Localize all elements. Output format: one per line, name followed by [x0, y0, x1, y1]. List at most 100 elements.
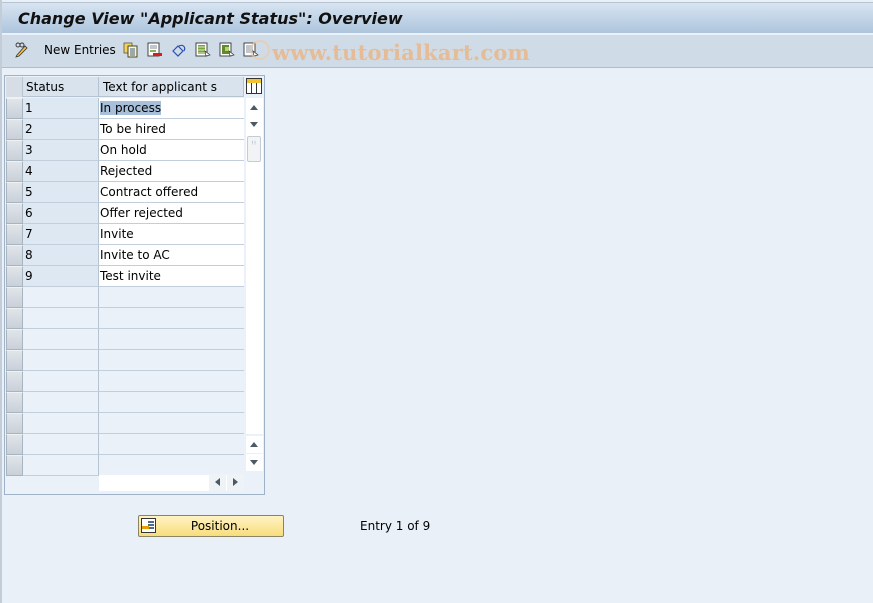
status-cell[interactable]: 1: [23, 98, 99, 119]
table-row: [5, 434, 245, 455]
table-row: 1 In process: [5, 98, 245, 119]
text-cell-value: Offer rejected: [100, 206, 183, 220]
delete-button[interactable]: [147, 41, 163, 59]
page-down-button[interactable]: [246, 454, 263, 471]
text-cell-value: Contract offered: [100, 185, 199, 199]
row-selector[interactable]: [6, 245, 23, 266]
row-selector[interactable]: [6, 350, 23, 371]
table-row: 6 Offer rejected: [5, 203, 245, 224]
table-row: 9 Test invite: [5, 266, 245, 287]
status-cell: [23, 392, 99, 413]
table-row: [5, 308, 245, 329]
text-cell: [99, 287, 244, 308]
row-selector[interactable]: [6, 224, 23, 245]
row-selector[interactable]: [6, 140, 23, 161]
row-selector[interactable]: [6, 203, 23, 224]
table-row: [5, 413, 245, 434]
status-cell: [23, 413, 99, 434]
text-cell: [99, 308, 244, 329]
status-cell[interactable]: 5: [23, 182, 99, 203]
row-selector[interactable]: [6, 161, 23, 182]
column-header-text[interactable]: Text for applicant s: [99, 77, 244, 97]
text-cell: [99, 329, 244, 350]
table-row: [5, 392, 245, 413]
row-selector[interactable]: [6, 119, 23, 140]
table-header: Status Text for applicant s: [5, 76, 245, 97]
status-cell[interactable]: 2: [23, 119, 99, 140]
status-cell[interactable]: 6: [23, 203, 99, 224]
copy-as-button[interactable]: [123, 41, 139, 59]
scrollbar-page-buttons: [246, 434, 263, 472]
scroll-down-button[interactable]: [246, 116, 263, 133]
row-selector[interactable]: [6, 182, 23, 203]
text-cell-value: Invite: [100, 227, 134, 241]
text-cell[interactable]: Rejected: [99, 161, 244, 182]
page-title: Change View "Applicant Status": Overview: [18, 9, 403, 28]
table-row: 4 Rejected: [5, 161, 245, 182]
entry-counter: Entry 1 of 9: [360, 519, 431, 533]
undo-change-button[interactable]: [171, 41, 187, 59]
row-selector[interactable]: [6, 413, 23, 434]
position-button-label: Position...: [190, 519, 250, 533]
arrow-up-icon: [250, 105, 258, 110]
table-row: [5, 371, 245, 392]
text-cell[interactable]: On hold: [99, 140, 244, 161]
row-selector[interactable]: [6, 392, 23, 413]
table-row: 3 On hold: [5, 140, 245, 161]
text-cell-value: Invite to AC: [100, 248, 170, 262]
select-all-rows-button[interactable]: [6, 77, 23, 97]
text-cell-value: On hold: [100, 143, 147, 157]
text-cell[interactable]: Offer rejected: [99, 203, 244, 224]
text-cell: [99, 392, 244, 413]
status-cell: [23, 434, 99, 455]
text-cell-value: Test invite: [100, 269, 161, 283]
text-cell[interactable]: Invite: [99, 224, 244, 245]
vertical-scrollbar[interactable]: [246, 98, 263, 472]
row-selector[interactable]: [6, 266, 23, 287]
watermark-copyright-icon: [250, 40, 270, 60]
text-cell[interactable]: To be hired: [99, 119, 244, 140]
select-block-button[interactable]: [219, 41, 235, 59]
row-selector[interactable]: [6, 371, 23, 392]
row-selector[interactable]: [6, 455, 23, 476]
select-block-icon: [219, 42, 235, 58]
status-cell[interactable]: 3: [23, 140, 99, 161]
page-up-button[interactable]: [246, 436, 263, 453]
row-selector[interactable]: [6, 434, 23, 455]
scroll-up-button[interactable]: [246, 99, 263, 116]
status-cell[interactable]: 4: [23, 161, 99, 182]
text-cell-value: To be hired: [100, 122, 166, 136]
row-selector[interactable]: [6, 329, 23, 350]
scroll-thumb[interactable]: [247, 136, 261, 162]
copy-as-icon: [123, 42, 139, 58]
edit-toggle-icon: [14, 42, 30, 58]
table-row: [5, 350, 245, 371]
scroll-right-button[interactable]: [227, 474, 244, 491]
row-selector[interactable]: [6, 308, 23, 329]
table-settings-button[interactable]: [246, 78, 262, 94]
delete-icon: [147, 42, 163, 58]
table-row: [5, 329, 245, 350]
status-cell[interactable]: 7: [23, 224, 99, 245]
display-change-button[interactable]: [14, 41, 30, 59]
status-cell: [23, 350, 99, 371]
text-cell[interactable]: Contract offered: [99, 182, 244, 203]
text-cell[interactable]: In process: [99, 98, 244, 119]
select-all-icon: [195, 42, 211, 58]
undo-change-icon: [171, 42, 187, 58]
text-cell[interactable]: Test invite: [99, 266, 244, 287]
scroll-left-button[interactable]: [209, 474, 226, 491]
text-cell[interactable]: Invite to AC: [99, 245, 244, 266]
arrow-down-icon: [250, 460, 258, 465]
status-cell[interactable]: 9: [23, 266, 99, 287]
row-selector[interactable]: [6, 98, 23, 119]
text-cell-value: Rejected: [100, 164, 153, 178]
new-entries-label: New Entries: [44, 43, 116, 57]
new-entries-button[interactable]: New Entries: [40, 41, 116, 59]
row-selector[interactable]: [6, 287, 23, 308]
status-cell[interactable]: 8: [23, 245, 99, 266]
column-header-status[interactable]: Status: [23, 77, 99, 97]
text-cell: [99, 434, 244, 455]
select-all-button[interactable]: [195, 41, 211, 59]
position-button[interactable]: Position...: [138, 515, 284, 537]
